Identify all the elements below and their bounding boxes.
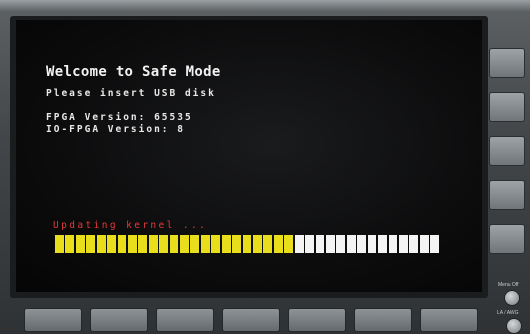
progress-segment-filled [263, 235, 273, 253]
progress-segment-filled [127, 235, 137, 253]
progress-segment-empty [357, 235, 367, 253]
menu-off-button[interactable] [504, 290, 520, 306]
side-softkey-4[interactable] [489, 180, 525, 210]
progress-segment-empty [388, 235, 398, 253]
progress-segment-empty [325, 235, 335, 253]
progress-segment-empty [430, 235, 440, 253]
progress-segment-filled [148, 235, 158, 253]
side-softkey-3[interactable] [489, 136, 525, 166]
bottom-softkey-7[interactable] [420, 308, 478, 332]
progress-segment-empty [336, 235, 346, 253]
progress-segment-filled [107, 235, 116, 253]
la-awg-label: LA / AWG [497, 310, 519, 316]
io-fpga-version-text: IO-FPGA Version: 8 [46, 124, 185, 135]
progress-segment-empty [315, 235, 325, 253]
progress-segment-filled [242, 235, 252, 253]
progress-segment-empty [378, 235, 387, 253]
bottom-softkey-4[interactable] [222, 308, 280, 332]
update-status-text: Updating kernel ... [53, 220, 208, 231]
progress-segment-filled [211, 235, 221, 253]
progress-segment-filled [284, 235, 294, 253]
fpga-version-text: FPGA Version: 65535 [46, 112, 193, 123]
progress-segment-filled [221, 235, 231, 253]
progress-segment-filled [232, 235, 241, 253]
progress-segment-filled [200, 235, 210, 253]
progress-segment-empty [305, 235, 314, 253]
usb-instruction-text: Please insert USB disk [46, 88, 216, 99]
progress-segment-filled [159, 235, 169, 253]
progress-segment-filled [75, 235, 85, 253]
progress-segment-filled [55, 235, 64, 253]
progress-segment-filled [169, 235, 179, 253]
progress-segment-filled [65, 235, 75, 253]
bottom-softkey-2[interactable] [90, 308, 148, 332]
la-awg-button[interactable] [506, 318, 522, 334]
progress-segment-empty [367, 235, 377, 253]
progress-segment-filled [190, 235, 200, 253]
bottom-softkey-1[interactable] [24, 308, 82, 332]
progress-segment-empty [398, 235, 408, 253]
kernel-update-progress-bar [55, 235, 440, 253]
side-softkey-1[interactable] [489, 48, 525, 78]
progress-segment-empty [409, 235, 419, 253]
progress-segment-filled [180, 235, 189, 253]
display-screen: Welcome to Safe Mode Please insert USB d… [16, 20, 482, 292]
progress-segment-empty [294, 235, 304, 253]
progress-segment-filled [273, 235, 283, 253]
progress-segment-filled [253, 235, 262, 253]
progress-segment-filled [86, 235, 96, 253]
progress-segment-empty [419, 235, 429, 253]
bezel-top-edge [0, 0, 530, 12]
side-softkey-5[interactable] [489, 224, 525, 254]
side-softkey-2[interactable] [489, 92, 525, 122]
progress-segment-empty [346, 235, 356, 253]
menu-off-label: Menu Off [498, 282, 519, 288]
progress-segment-filled [96, 235, 106, 253]
progress-segment-filled [117, 235, 127, 253]
bottom-softkey-3[interactable] [156, 308, 214, 332]
progress-segment-filled [138, 235, 148, 253]
bottom-softkey-6[interactable] [354, 308, 412, 332]
safe-mode-title: Welcome to Safe Mode [46, 64, 221, 80]
bottom-softkey-5[interactable] [288, 308, 346, 332]
